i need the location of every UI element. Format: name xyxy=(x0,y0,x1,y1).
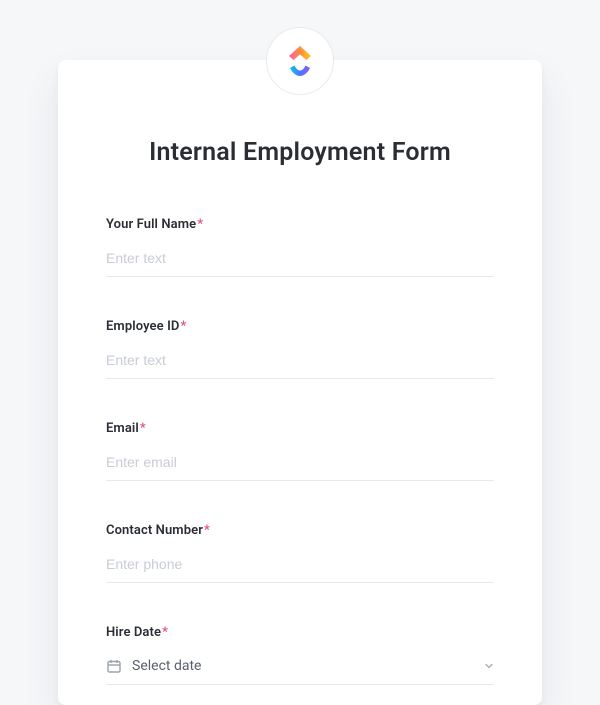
hire-date-placeholder: Select date xyxy=(132,658,484,674)
hire-date-picker[interactable]: Select date xyxy=(106,652,494,685)
employee-id-label: Employee ID* xyxy=(106,319,494,334)
field-hire-date: Hire Date* Select date xyxy=(106,625,494,685)
field-email: Email* xyxy=(106,421,494,481)
full-name-label-text: Your Full Name xyxy=(106,217,196,232)
contact-number-label: Contact Number* xyxy=(106,523,494,538)
contact-number-input[interactable] xyxy=(106,550,494,583)
required-mark: * xyxy=(204,523,210,538)
form-card: Internal Employment Form Your Full Name*… xyxy=(58,60,542,705)
field-employee-id: Employee ID* xyxy=(106,319,494,379)
clickup-logo-icon xyxy=(285,44,315,78)
field-full-name: Your Full Name* xyxy=(106,217,494,277)
required-mark: * xyxy=(162,625,168,640)
chevron-down-icon xyxy=(484,661,494,671)
hire-date-label: Hire Date* xyxy=(106,625,494,640)
email-label-text: Email xyxy=(106,421,139,436)
hire-date-label-text: Hire Date xyxy=(106,625,161,640)
full-name-input[interactable] xyxy=(106,244,494,277)
required-mark: * xyxy=(180,319,186,334)
logo-badge xyxy=(266,27,334,95)
email-input[interactable] xyxy=(106,448,494,481)
employee-id-input[interactable] xyxy=(106,346,494,379)
calendar-icon xyxy=(106,658,122,674)
contact-number-label-text: Contact Number xyxy=(106,523,203,538)
email-label: Email* xyxy=(106,421,494,436)
field-contact-number: Contact Number* xyxy=(106,523,494,583)
form-title: Internal Employment Form xyxy=(106,138,494,167)
required-mark: * xyxy=(197,217,203,232)
full-name-label: Your Full Name* xyxy=(106,217,494,232)
required-mark: * xyxy=(140,421,146,436)
employee-id-label-text: Employee ID xyxy=(106,319,179,334)
